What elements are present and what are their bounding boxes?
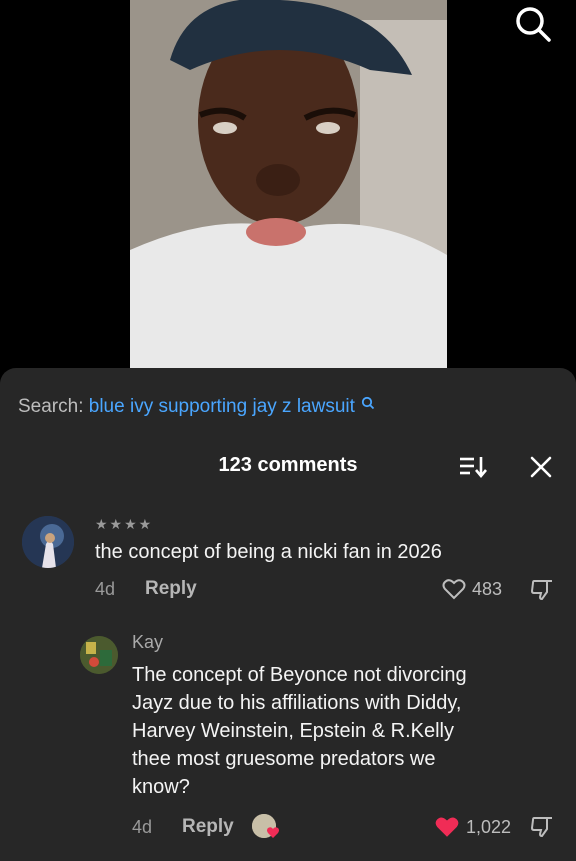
dislike-button[interactable] (530, 815, 554, 839)
comment-username[interactable]: Kay (132, 632, 163, 653)
search-button[interactable] (513, 4, 553, 44)
creator-liked-badge (252, 814, 279, 838)
creator-heart-icon (252, 814, 279, 838)
dislike-button[interactable] (530, 578, 554, 602)
sort-button[interactable] (458, 454, 488, 480)
video-frame-image (130, 0, 447, 368)
search-label: Search: (18, 396, 84, 417)
comment-age: 4d (95, 579, 116, 599)
search-icon (362, 396, 375, 410)
comment-line: know? (132, 776, 190, 798)
avatar-image (22, 516, 74, 568)
comment-line: Jayz due to his affiliations with Diddy, (132, 692, 462, 714)
dislike-icon (530, 817, 552, 838)
reply-button[interactable]: Reply (182, 816, 234, 838)
avatar-image (80, 636, 118, 674)
reply-button[interactable]: Reply (145, 578, 197, 600)
search-suggestion[interactable]: Search: blue ivy supporting jay z lawsui… (18, 396, 375, 418)
comment-text: the concept of being a nicki fan in 2026 (95, 541, 442, 563)
comment-count: 123 comments (218, 454, 358, 476)
heart-icon (435, 817, 459, 837)
video-thumbnail[interactable] (130, 0, 447, 368)
username-stars[interactable]: ★★★★ (95, 516, 153, 533)
sort-icon (460, 457, 487, 479)
like-count: 483 (472, 578, 503, 599)
like-count: 1,022 (466, 816, 512, 837)
like-button[interactable]: 1,022 (434, 814, 511, 840)
video-area[interactable] (0, 0, 576, 390)
heart-icon (442, 579, 466, 600)
comment-line: The concept of Beyonce not divorcing (132, 664, 467, 686)
close-icon (530, 456, 552, 478)
search-icon (516, 7, 551, 42)
comment-line: thee most gruesome predators we (132, 748, 436, 770)
avatar[interactable] (22, 516, 74, 568)
comment-text: The concept of Beyonce not divorcing Jay… (132, 661, 552, 801)
avatar[interactable] (80, 636, 118, 674)
search-query-link[interactable]: blue ivy supporting jay z lawsuit (89, 396, 355, 417)
like-button[interactable]: 483 (442, 576, 502, 602)
comment-line: Harvey Weinstein, Epstein & R.Kelly (132, 720, 454, 742)
comments-sheet: Search: blue ivy supporting jay z lawsui… (0, 368, 576, 861)
dislike-icon (530, 580, 552, 601)
comment-age: 4d (132, 817, 153, 837)
close-button[interactable] (528, 454, 554, 480)
comments-header: 123 comments (0, 452, 576, 482)
